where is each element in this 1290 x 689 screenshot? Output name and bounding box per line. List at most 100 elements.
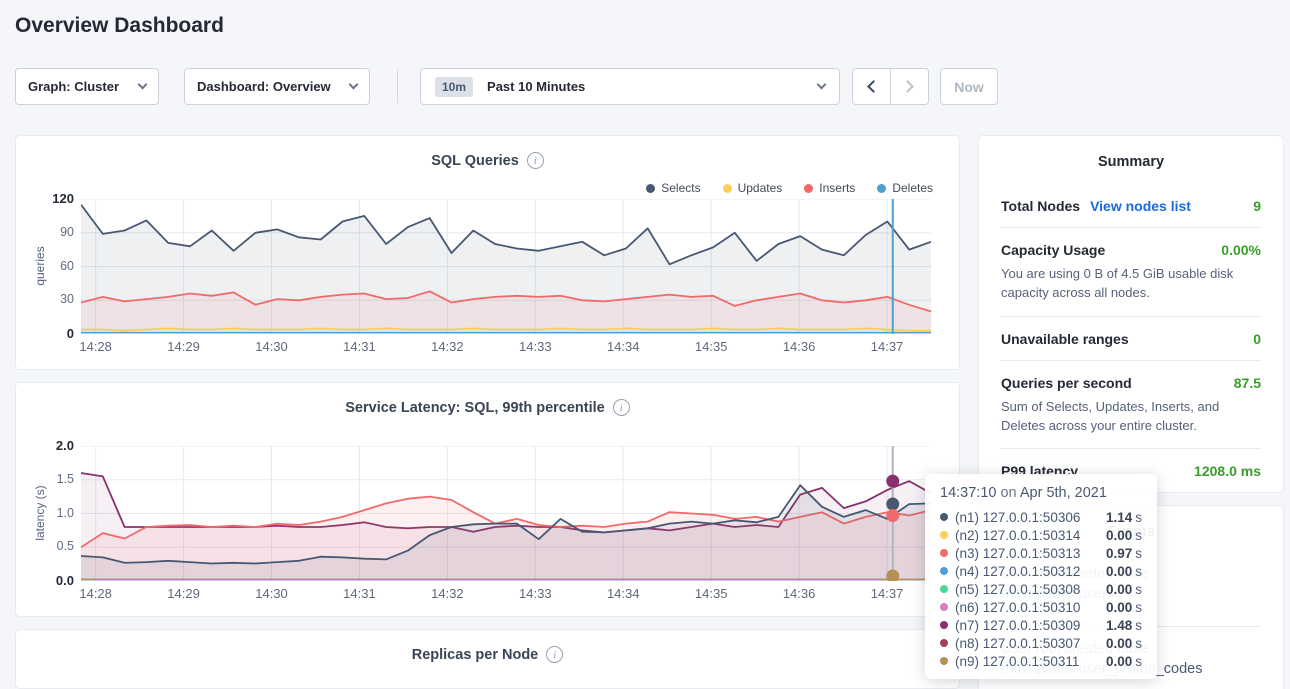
node-latency-value: 0.00s [1106,636,1142,651]
tooltip-date: Apr 5th, 2021 [1020,485,1107,501]
node-label: (n2) 127.0.0.1:50314 [955,528,1080,543]
legend-dot [804,184,813,193]
x-axis-tick: 14:30 [247,586,297,601]
x-axis-tick: 14:37 [862,339,912,354]
service-latency-chart[interactable] [81,446,931,581]
node-latency-value: 0.00s [1106,528,1142,543]
tooltip-node-row: (n5) 127.0.0.1:503080.00s [940,580,1142,598]
x-axis-tick: 14:32 [422,586,472,601]
x-axis-tick: 14:32 [422,339,472,354]
tooltip-node-row: (n4) 127.0.0.1:503120.00s [940,562,1142,580]
y-axis-tick: 1.0 [30,506,74,520]
chevron-right-icon [901,80,914,93]
chart-title: Service Latency: SQL, 99th percentile [345,400,605,416]
x-axis-tick: 14:30 [247,339,297,354]
node-latency-unit: s [1135,600,1142,615]
summary-row: Capacity Usage 0.00% You are using 0 B of … [1001,227,1261,316]
legend-label: Inserts [819,181,855,195]
node-latency-value: 0.00s [1106,600,1142,615]
chart-title: SQL Queries [431,153,519,169]
legend-item[interactable]: Inserts [804,181,855,195]
x-axis-tick: 14:36 [774,586,824,601]
node-latency-unit: s [1135,546,1142,561]
sql-queries-chart-card: SQL Queries Selects Updates Inserts Deletes… [15,135,960,370]
tooltip-node-row: (n2) 127.0.0.1:50314 0.00s [940,526,1142,544]
summary-title: Summary [1001,136,1261,170]
chart-title: Replicas per Node [412,647,539,663]
y-axis-tick: 30 [30,292,74,306]
x-axis-tick: 14:36 [774,339,824,354]
node-latency-value: 0.00s [1106,564,1142,579]
legend-item[interactable]: Deletes [877,181,933,195]
summary-row-label: Queries per second [1001,375,1132,391]
tooltip-timestamp: 14:37:10 on Apr 5th, 2021 [940,485,1142,501]
replicas-per-node-chart-card: Replicas per Node [15,629,960,689]
time-range-selector[interactable]: 10m Past 10 Minutes [420,68,840,105]
tooltip-node-row: (n7) 127.0.0.1:503091.48s [940,616,1142,634]
chevron-down-icon [349,80,359,90]
node-color-dot [940,621,948,629]
node-label: (n3) 127.0.0.1:50313 [955,546,1080,561]
summary-row-label: Unavailable ranges [1001,331,1129,347]
summary-row: Queries per second87.5Sum of Selects, Up… [1001,360,1261,449]
node-label: (n6) 127.0.0.1:50310 [955,600,1080,615]
y-axis-tick: 2.0 [30,438,74,453]
y-axis-tick: 0.5 [30,539,74,553]
x-axis-tick: 14:34 [598,586,648,601]
node-latency-value: 0.00s [1106,654,1142,669]
info-icon[interactable] [613,399,630,416]
legend-item[interactable]: Selects [646,181,700,195]
chevron-left-icon [867,80,880,93]
node-color-dot [940,639,948,647]
hover-tooltip: 14:37:10 on Apr 5th, 2021 (n1) 127.0.0.1… [925,474,1157,679]
time-forward-button[interactable] [891,69,928,104]
now-button[interactable]: Now [940,68,998,105]
summary-row-value: 0.00% [1221,242,1261,258]
summary-row-value: 1208.0 ms [1194,463,1261,479]
dashboard-selector-dropdown[interactable]: Dashboard: Overview [184,68,370,105]
legend-dot [646,184,655,193]
y-axis-tick: 120 [30,191,74,206]
info-icon[interactable] [527,152,544,169]
time-range-label: Past 10 Minutes [487,79,585,94]
view-nodes-list-link[interactable]: View nodes list [1090,198,1191,214]
summary-row-description: Sum of Selects, Updates, Inserts, and De… [1001,398,1261,436]
y-axis-tick: 60 [30,259,74,273]
x-axis-tick: 14:35 [686,586,736,601]
summary-row-main: Unavailable ranges0 [1001,331,1261,347]
legend-label: Updates [738,181,783,195]
info-icon[interactable] [546,646,563,663]
node-label: (n1) 127.0.0.1:50306 [955,510,1080,525]
y-axis-tick: 1.5 [30,472,74,486]
legend-item[interactable]: Updates [723,181,783,195]
now-button-label: Now [954,79,984,95]
node-latency-unit: s [1135,582,1142,597]
y-axis-tick: 0 [30,326,74,341]
chart-legend: Selects Updates Inserts Deletes [646,181,933,195]
service-latency-chart-card: Service Latency: SQL, 99th percentile la… [15,382,960,617]
tooltip-node-row: (n8) 127.0.0.1:503070.00s [940,634,1142,652]
node-latency-value: 1.48s [1106,618,1142,633]
node-latency-unit: s [1135,528,1142,543]
x-axis-tick: 14:33 [510,339,560,354]
summary-row-label: Total Nodes [1001,198,1080,214]
x-axis-tick: 14:37 [862,586,912,601]
summary-row-value: 9 [1253,198,1261,214]
tooltip-node-row: (n1) 127.0.0.1:503061.14s [940,508,1142,526]
graph-selector-dropdown[interactable]: Graph: Cluster [15,68,159,105]
tooltip-node-row: (n3) 127.0.0.1:503130.97s [940,544,1142,562]
node-latency-unit: s [1135,618,1142,633]
summary-row-main: Total Nodes View nodes list 9 [1001,198,1261,214]
summary-rows: Total Nodes View nodes list 9 Capacity Usag… [1001,184,1261,492]
tooltip-node-rows: (n1) 127.0.0.1:503061.14s(n2) 127.0.0.1:… [940,508,1142,670]
graph-selector-label: Graph: Cluster [28,79,119,94]
node-latency-unit: s [1135,564,1142,579]
sql-queries-chart[interactable] [81,199,931,334]
summary-row-label: Capacity Usage [1001,242,1105,258]
dashboard-selector-label: Dashboard: Overview [197,79,331,94]
tooltip-node-row: (n6) 127.0.0.1:50310 0.00s [940,598,1142,616]
summary-row-description: You are using 0 B of 4.5 GiB usable disk… [1001,265,1261,303]
legend-dot [877,184,886,193]
time-back-button[interactable] [853,69,891,104]
x-axis-tick: 14:35 [686,339,736,354]
